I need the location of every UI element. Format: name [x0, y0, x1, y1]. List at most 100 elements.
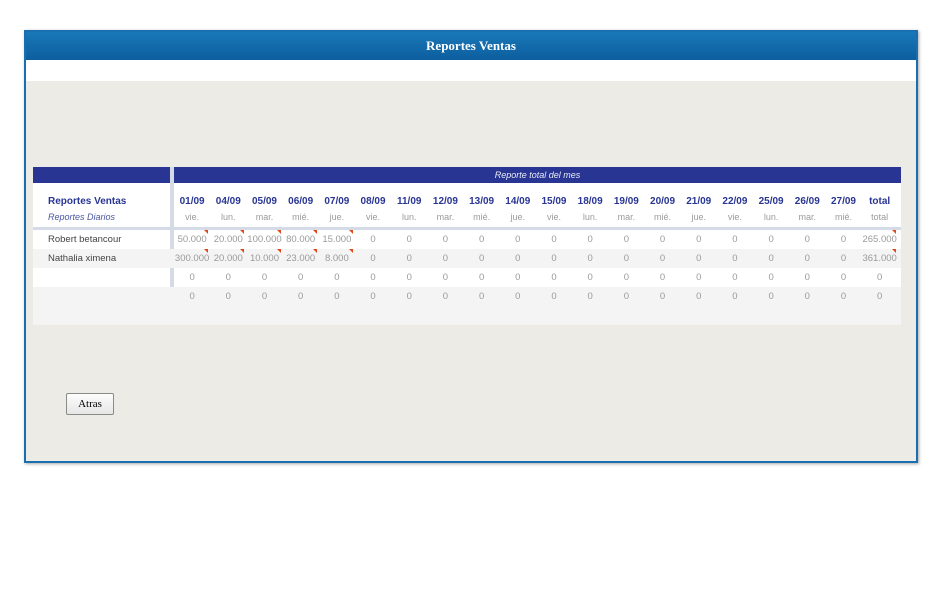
row-values: 50.000 20.000 100.000 80.000 15.000 0 0 0 0 0 0 0 0 0… — [174, 230, 901, 249]
column-header: 25/09 lun. — [753, 196, 789, 222]
table-cell: 0 — [717, 268, 753, 287]
comment-marker-icon[interactable] — [891, 249, 896, 253]
column-weekday: vie. — [185, 212, 200, 222]
column-weekday: jue. — [691, 212, 706, 222]
column-header: 22/09 vie. — [717, 196, 753, 222]
report-header-labels: Reportes Ventas Reportes Diarios — [48, 196, 126, 222]
column-weekday: vie. — [727, 212, 742, 222]
column-header: 13/09 mié. — [464, 196, 500, 222]
table-cell: 23.000 — [283, 249, 319, 268]
cell-value: 0 — [515, 253, 521, 264]
cell-value: 0 — [840, 234, 847, 245]
comment-marker-icon[interactable] — [240, 249, 245, 253]
comment-marker-icon[interactable] — [891, 230, 896, 234]
cell-value: 0 — [623, 234, 629, 245]
column-weekday: vie. — [366, 212, 381, 222]
table-cell: 0 — [174, 268, 210, 287]
column-header: total total — [862, 196, 898, 222]
comment-marker-icon[interactable] — [348, 230, 353, 234]
table-cell: 0 — [464, 287, 500, 306]
cell-value: 300.000 — [174, 253, 210, 264]
date-columns: 01/09 vie. 04/09 lun. 05/09 mar. 06/09 mié. 07/0… — [174, 196, 901, 222]
column-weekday: lun. — [582, 212, 598, 222]
cell-value: 8.000 — [324, 253, 349, 264]
column-weekday: vie. — [546, 212, 561, 222]
cell-value: 0 — [804, 253, 810, 264]
cell-value: 0 — [732, 272, 738, 283]
cell-value: 0 — [623, 291, 629, 302]
column-header: 27/09 mié. — [825, 196, 861, 222]
cell-value: 0 — [696, 253, 702, 264]
cell-value: 0 — [298, 291, 304, 302]
table-cell: 10.000 — [246, 249, 282, 268]
table-cell: 0 — [681, 230, 717, 249]
sales-report-table: Reporte total del mes Reportes Ventas Re… — [33, 167, 901, 325]
table-cell: 0 — [862, 268, 898, 287]
seller-name: Nathalia ximena — [48, 253, 117, 264]
table-cell: 0 — [174, 287, 210, 306]
comment-marker-icon[interactable] — [276, 249, 281, 253]
cell-value: 0 — [877, 272, 883, 283]
table-cell: 0 — [644, 249, 680, 268]
month-report-banner: Reporte total del mes — [174, 167, 901, 183]
table-row: Nathalia ximena 300.000 20.000 10.000 23.000… — [33, 249, 901, 268]
table-cell: 0 — [789, 230, 825, 249]
column-header: 18/09 lun. — [572, 196, 608, 222]
column-weekday: mar. — [617, 212, 636, 222]
table-cell: 0 — [391, 230, 427, 249]
cell-value: 0 — [189, 291, 195, 302]
comment-marker-icon[interactable] — [312, 249, 317, 253]
cell-value: 0 — [334, 272, 340, 283]
cell-value: 0 — [551, 291, 557, 302]
comment-marker-icon[interactable] — [348, 249, 353, 253]
table-cell: 0 — [427, 249, 463, 268]
cell-value: 0 — [442, 291, 449, 302]
table-cell: 20.000 — [210, 249, 246, 268]
table-cell: 0 — [246, 287, 282, 306]
table-cell: 0 — [825, 249, 861, 268]
table-cell: 8.000 — [319, 249, 355, 268]
cell-value: 0 — [659, 234, 666, 245]
column-date: 06/09 — [288, 196, 314, 207]
table-cell: 0 — [644, 268, 680, 287]
column-header: 21/09 jue. — [681, 196, 717, 222]
column-header: 12/09 mar. — [427, 196, 463, 222]
cell-value: 0 — [406, 253, 412, 264]
table-cell: 0 — [608, 230, 644, 249]
table-cell: 15.000 — [319, 230, 355, 249]
column-date: 04/09 — [215, 196, 241, 207]
cell-value: 0 — [478, 291, 485, 302]
comment-marker-icon[interactable] — [276, 230, 281, 234]
back-button[interactable]: Atras — [66, 393, 114, 415]
column-header: 08/09 vie. — [355, 196, 391, 222]
cell-value: 0 — [623, 272, 629, 283]
table-cell: 0 — [319, 287, 355, 306]
cell-value: 0 — [804, 234, 810, 245]
column-date: 11/09 — [396, 196, 422, 207]
cell-value: 0 — [189, 272, 195, 283]
column-weekday: total — [871, 212, 889, 222]
table-cell: 0 — [608, 287, 644, 306]
cell-value: 0 — [587, 234, 593, 245]
cell-value: 0 — [406, 272, 412, 283]
comment-marker-icon[interactable] — [312, 230, 317, 234]
cell-value: 0 — [551, 272, 557, 283]
table-cell: 0 — [355, 268, 391, 287]
cell-value: 23.000 — [286, 253, 316, 264]
cell-value: 361.000 — [862, 253, 897, 264]
seller-name: Robert betancour — [48, 234, 122, 245]
column-date: 07/09 — [324, 196, 350, 207]
table-cell: 0 — [681, 249, 717, 268]
table-cell: 0 — [825, 268, 861, 287]
cell-value: 0 — [515, 272, 521, 283]
table-cell: 0 — [391, 249, 427, 268]
cell-value: 0 — [298, 272, 304, 283]
comment-marker-icon[interactable] — [204, 230, 209, 234]
comment-marker-icon[interactable] — [240, 230, 245, 234]
cell-value: 50.000 — [177, 234, 207, 245]
cell-value: 0 — [768, 234, 774, 245]
cell-value: 0 — [696, 291, 702, 302]
comment-marker-icon[interactable] — [204, 249, 209, 253]
cell-value: 0 — [478, 234, 485, 245]
column-weekday: mar. — [436, 212, 455, 222]
